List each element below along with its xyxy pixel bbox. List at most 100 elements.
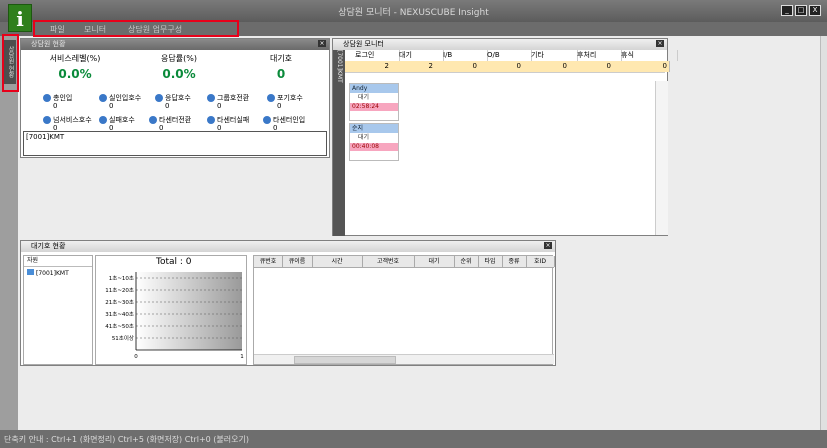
waiting-calls-label: 대기호 [269,54,293,63]
resource-tree: 자원 [7001]KMT [23,255,93,365]
agent-panel-scrollbar[interactable] [655,81,668,235]
counter-actual-inbound: 실인입호수 0 [99,93,141,110]
agent-state: 대기 [358,94,370,101]
phone-icon [43,116,51,124]
count-other: 0 [521,61,570,72]
service-level-value: 0.0% [58,67,92,81]
grid-col-type[interactable]: 타입 [478,256,503,267]
close-button[interactable]: X [809,5,821,16]
count-after-work: 0 [567,61,614,72]
grid-col-call-id[interactable]: 호ID [526,256,555,267]
minimize-button[interactable]: _ [781,5,793,16]
maximize-button[interactable]: □ [795,5,807,16]
queue-panel-header: 대기호 현황 × [21,241,555,252]
agent-name: Andy [350,84,398,93]
status-bar: 단축키 안내 : Ctrl+1 (화면정리) Ctrl+5 (화면저장) Ctr… [0,430,827,448]
close-icon[interactable]: × [318,40,326,47]
user-icon [267,94,275,102]
tree-item[interactable]: [7001]KMT [24,267,92,279]
close-icon[interactable]: × [544,242,552,249]
group-list: [7001]KMT [23,131,327,156]
counter-other-center-inbound: 타센터인입 0 [263,115,305,132]
grid-horizontal-scrollbar[interactable] [254,354,554,364]
agent-time: 00:40:08 [350,143,398,151]
response-rate-label: 응답률(%) [161,54,197,63]
queue-chart: 1초~10초 11초~20초 21초~30초 31초~40초 41초~50초 51초이상 0… [105,272,244,360]
phone-icon [99,94,107,102]
chart-category-label: 11초~20초 [105,287,134,294]
summary-panel-title: 상담원 현황 [31,40,66,48]
queue-panel-title: 대기호 현황 [31,242,66,250]
globe-icon [263,116,271,124]
counter-total-inbound: 총인입 0 [43,93,72,110]
agent-state: 대기 [358,134,370,141]
agent-panel-title: 상담원 모니터 [343,40,384,48]
chart-category-label: 1초~10초 [109,275,134,282]
summary-panel-header: 상담원 현황 × [21,39,329,50]
count-inbound: 0 [433,61,480,72]
list-item[interactable]: [7001]KMT [24,132,326,142]
response-rate-value: 0.0% [162,67,196,81]
grid-header: 큐번호 큐이름 시간 고객번호 대기 순위 타입 종류 호ID [254,256,555,268]
counter-group-transfer: 그룹호전환 0 [207,93,249,110]
grid-col-customer-no[interactable]: 고객번호 [362,256,415,267]
globe-icon [207,116,215,124]
window-controls: _ □ X [779,5,821,16]
menu-highlight-box [33,20,239,37]
globe-icon [149,116,157,124]
grid-col-time[interactable]: 시간 [312,256,363,267]
agent-time: 02:58:24 [350,103,398,111]
chart-category-label: 31초~40초 [105,311,134,318]
waiting-calls-value: 0 [276,67,286,81]
close-icon[interactable]: × [656,40,664,47]
count-login: 2 [345,61,392,72]
window-title: 상담원 모니터 - NEXUSCUBE Insight [338,8,489,18]
counter-abandoned: 포기호수 0 [267,93,303,110]
shortcut-hint: 단축키 안내 : Ctrl+1 (화면정리) Ctrl+5 (화면저장) Ctr… [4,435,249,444]
chart-title: Total : 0 [156,257,192,267]
left-tab-highlight-box [2,34,19,92]
column-break: 휴식 [611,50,678,61]
queue-status-panel: 대기호 현황 × 자원 [7001]KMT Total : 0 1초~10초 11… [20,240,556,366]
grid-col-rank[interactable]: 순위 [454,256,479,267]
count-break: 0 [611,61,670,72]
summary-panel: 상담원 현황 × 서비스레벨(%) 0.0% 응답률(%) 0.0% 대기호 0… [20,38,330,158]
right-scrollbar[interactable] [820,36,827,430]
count-ready: 2 [389,61,436,72]
agent-name: 순지 [350,124,398,133]
left-dock [0,36,18,430]
agent-card[interactable]: 순지 대기 00:40:08 [349,123,399,161]
agent-group-tab[interactable]: [7001]KMT [333,50,345,236]
count-outbound: 0 [477,61,524,72]
chart-category-label: 41초~50초 [105,323,134,330]
phone-icon [155,94,163,102]
chart-x-tick-start: 0 [134,354,138,360]
app-logo: i [8,4,32,32]
counter-answered: 응답호수 0 [155,93,191,110]
agent-panel-header: 상담원 모니터 × [333,39,667,50]
queue-chart-area: Total : 0 1초~10초 11초~20초 21초~30초 31초~40초 41초… [95,255,247,365]
agent-status-header: 로그인 대기 I/B O/B 기타 후처리 휴식 2 2 0 0 0 0 0 [345,50,678,73]
service-level-label: 서비스레벨(%) [49,54,101,63]
queue-grid: 큐번호 큐이름 시간 고객번호 대기 순위 타입 종류 호ID [253,255,555,365]
grid-col-queue-name[interactable]: 큐이름 [282,256,313,267]
title-bar: 상담원 모니터 - NEXUSCUBE Insight _ □ X [0,0,827,22]
counter-over-service: 넘서비스호수 0 [43,115,92,132]
counter-failed: 실패호수 0 [99,115,135,132]
phone-icon [43,94,51,102]
grid-col-queue-no[interactable]: 큐번호 [254,256,283,267]
grid-col-kind[interactable]: 종류 [502,256,527,267]
grid-col-wait[interactable]: 대기 [414,256,455,267]
tree-header: 자원 [24,256,92,267]
chart-category-label: 51초이상 [112,334,134,342]
user-group-icon [207,94,215,102]
chart-x-tick-end: 1 [240,354,244,360]
phone-icon [99,116,107,124]
agent-monitor-panel: 상담원 모니터 × [7001]KMT 로그인 대기 I/B O/B 기타 후처… [332,38,678,236]
counter-other-center-transfer: 타센터전환 0 [149,115,191,132]
scroll-thumb[interactable] [294,356,396,364]
agent-card[interactable]: Andy 대기 02:58:24 [349,83,399,121]
chart-category-label: 21초~30초 [105,299,134,306]
counter-other-center-failed: 타센터실패 0 [207,115,249,132]
group-icon [27,269,34,275]
